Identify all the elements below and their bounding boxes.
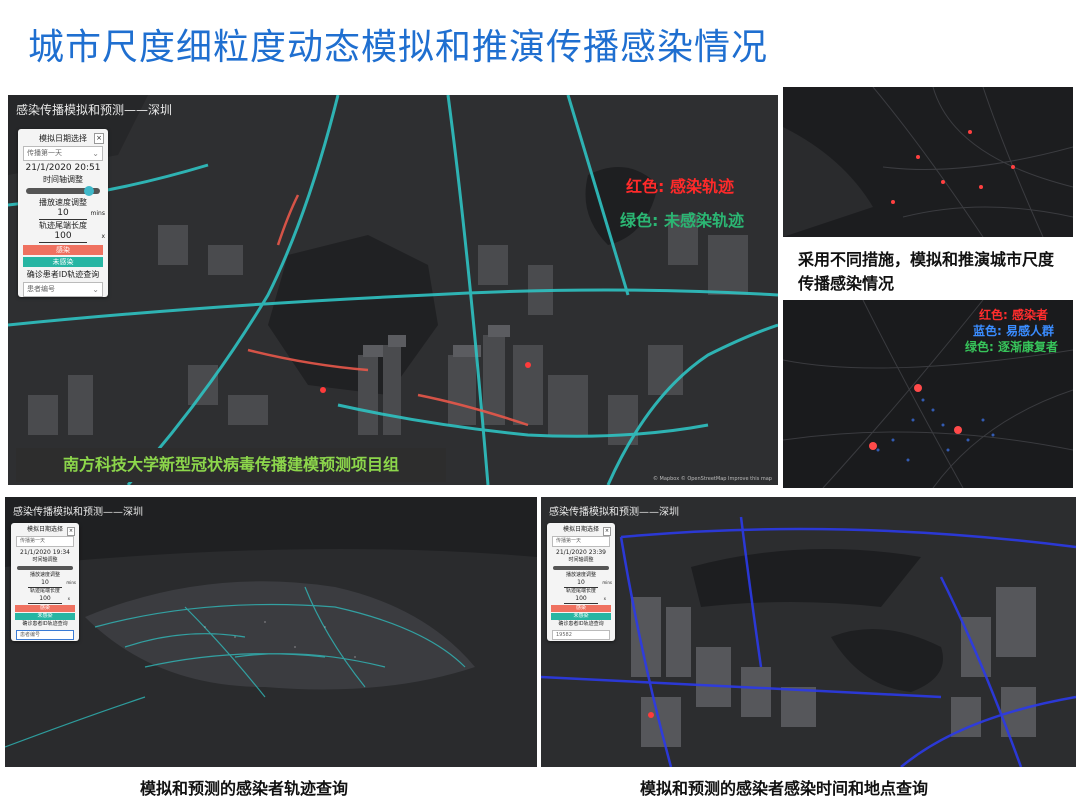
date-select[interactable]: 传播第一天 ⌄ <box>23 146 103 161</box>
query-label: 确诊患者ID轨迹查询 <box>558 621 604 627</box>
legend-uninfected-trail: 绿色: 未感染轨迹 <box>620 211 744 230</box>
infected-button[interactable]: 感染 <box>551 605 611 612</box>
datetime-readout: 21/1/2020 20:51 <box>25 163 101 173</box>
slider-knob[interactable] <box>84 186 94 196</box>
simulation-control-panel: × 模拟日期选择 传播第一天 21/1/2020 19:34 时间轴调整 播放速… <box>11 523 79 641</box>
speed-label: 播放速度调整 <box>29 572 60 578</box>
time-slider[interactable] <box>553 566 609 570</box>
legend-susceptible: 蓝色: 易感人群 <box>973 324 1054 338</box>
time-location-query-caption: 模拟和预测的感染者感染时间和地点查询 <box>640 779 929 798</box>
simulation-control-panel: × 模拟日期选择 传播第一天 21/1/2020 23:39 时间轴调整 播放速… <box>547 523 615 641</box>
chevron-down-icon: ⌄ <box>92 285 99 294</box>
trail-input[interactable]: 100 x <box>564 595 606 604</box>
speed-input[interactable]: 10 mins <box>28 579 76 588</box>
datetime-readout: 21/1/2020 19:34 <box>20 549 70 556</box>
patient-id-select[interactable]: 患者编号 ⌄ <box>23 282 103 297</box>
infected-button[interactable]: 感染 <box>15 605 75 612</box>
bottom-right-map-canvas[interactable] <box>541 497 1076 767</box>
right-top-map-canvas[interactable] <box>783 87 1073 237</box>
time-label: 时间轴调整 <box>568 557 594 563</box>
close-icon[interactable]: × <box>67 527 75 536</box>
simulation-control-panel: × 模拟日期选择 传播第一天 ⌄ 21/1/2020 20:51 时间轴调整 播放… <box>18 129 108 297</box>
legend-infected: 红色: 感染者 <box>979 308 1048 322</box>
page-title: 城市尺度细粒度动态模拟和推演传播感染情况 <box>28 27 769 68</box>
measures-caption: 采用不同措施，模拟和推演城市尺度传播感染情况 <box>798 250 1055 293</box>
speed-input[interactable]: 10 mins <box>564 579 612 588</box>
legend-infected-trail: 红色: 感染轨迹 <box>626 177 734 196</box>
close-icon[interactable]: × <box>94 133 104 144</box>
bottom-right-map[interactable]: 感染传播模拟和预测——深圳 × 模拟日期选择 传播第一天 21/1/2020 2… <box>541 497 1076 767</box>
bottom-left-title: 感染传播模拟和预测——深圳 <box>13 507 143 518</box>
query-label: 确诊患者ID轨迹查询 <box>26 270 100 279</box>
bottom-right-title: 感染传播模拟和预测——深圳 <box>549 507 679 518</box>
bottom-left-map-canvas[interactable] <box>5 497 537 767</box>
speed-label: 播放速度调整 <box>565 572 596 578</box>
trail-input[interactable]: 100 x <box>39 231 105 243</box>
time-label: 时间轴调整 <box>32 557 58 563</box>
uninfected-button[interactable]: 未感染 <box>23 257 103 267</box>
patient-id-select[interactable]: 患者编号 <box>16 630 74 640</box>
legend-recovering: 绿色: 逐渐康复者 <box>965 340 1058 354</box>
close-icon[interactable]: × <box>603 527 611 536</box>
main-panel-title: 感染传播模拟和预测——深圳 <box>16 103 173 117</box>
date-select[interactable]: 传播第一天 <box>552 536 610 547</box>
main-map-panel[interactable]: 感染传播模拟和预测——深圳 × 模拟日期选择 传播第一天 ⌄ 21/1/2020 … <box>8 95 778 485</box>
bottom-left-map[interactable]: 感染传播模拟和预测——深圳 × 模拟日期选择 传播第一天 21/1/2020 1… <box>5 497 537 767</box>
time-slider[interactable] <box>17 566 73 570</box>
query-label: 确诊患者ID轨迹查询 <box>22 621 68 627</box>
right-top-map[interactable] <box>783 87 1073 237</box>
main-map-canvas[interactable] <box>8 95 778 485</box>
trail-input[interactable]: 100 x <box>28 595 70 604</box>
trail-query-caption: 模拟和预测的感染者轨迹查询 <box>140 779 349 798</box>
time-slider[interactable] <box>26 186 100 196</box>
trail-label: 轨迹尾端长度 <box>565 588 596 594</box>
date-select[interactable]: 传播第一天 <box>16 536 74 547</box>
map-attribution: © Mapbox © OpenStreetMap Improve this ma… <box>652 476 772 482</box>
trail-label: 轨迹尾端长度 <box>39 221 87 230</box>
uninfected-button[interactable]: 未感染 <box>15 613 75 620</box>
project-group-label: 南方科技大学新型冠状病毒传播建模预测项目组 <box>16 448 446 482</box>
trail-label: 轨迹尾端长度 <box>29 588 60 594</box>
datetime-readout: 21/1/2020 23:39 <box>556 549 606 556</box>
patient-id-select[interactable]: 19582 <box>552 630 610 640</box>
speed-label: 播放速度调整 <box>39 198 87 207</box>
uninfected-button[interactable]: 未感染 <box>551 613 611 620</box>
right-bottom-map[interactable]: 红色: 感染者 蓝色: 易感人群 绿色: 逐渐康复者 <box>783 300 1073 488</box>
speed-input[interactable]: 10 mins <box>39 208 105 220</box>
infected-button[interactable]: 感染 <box>23 245 103 255</box>
chevron-down-icon: ⌄ <box>92 149 99 158</box>
time-label: 时间轴调整 <box>43 175 83 184</box>
